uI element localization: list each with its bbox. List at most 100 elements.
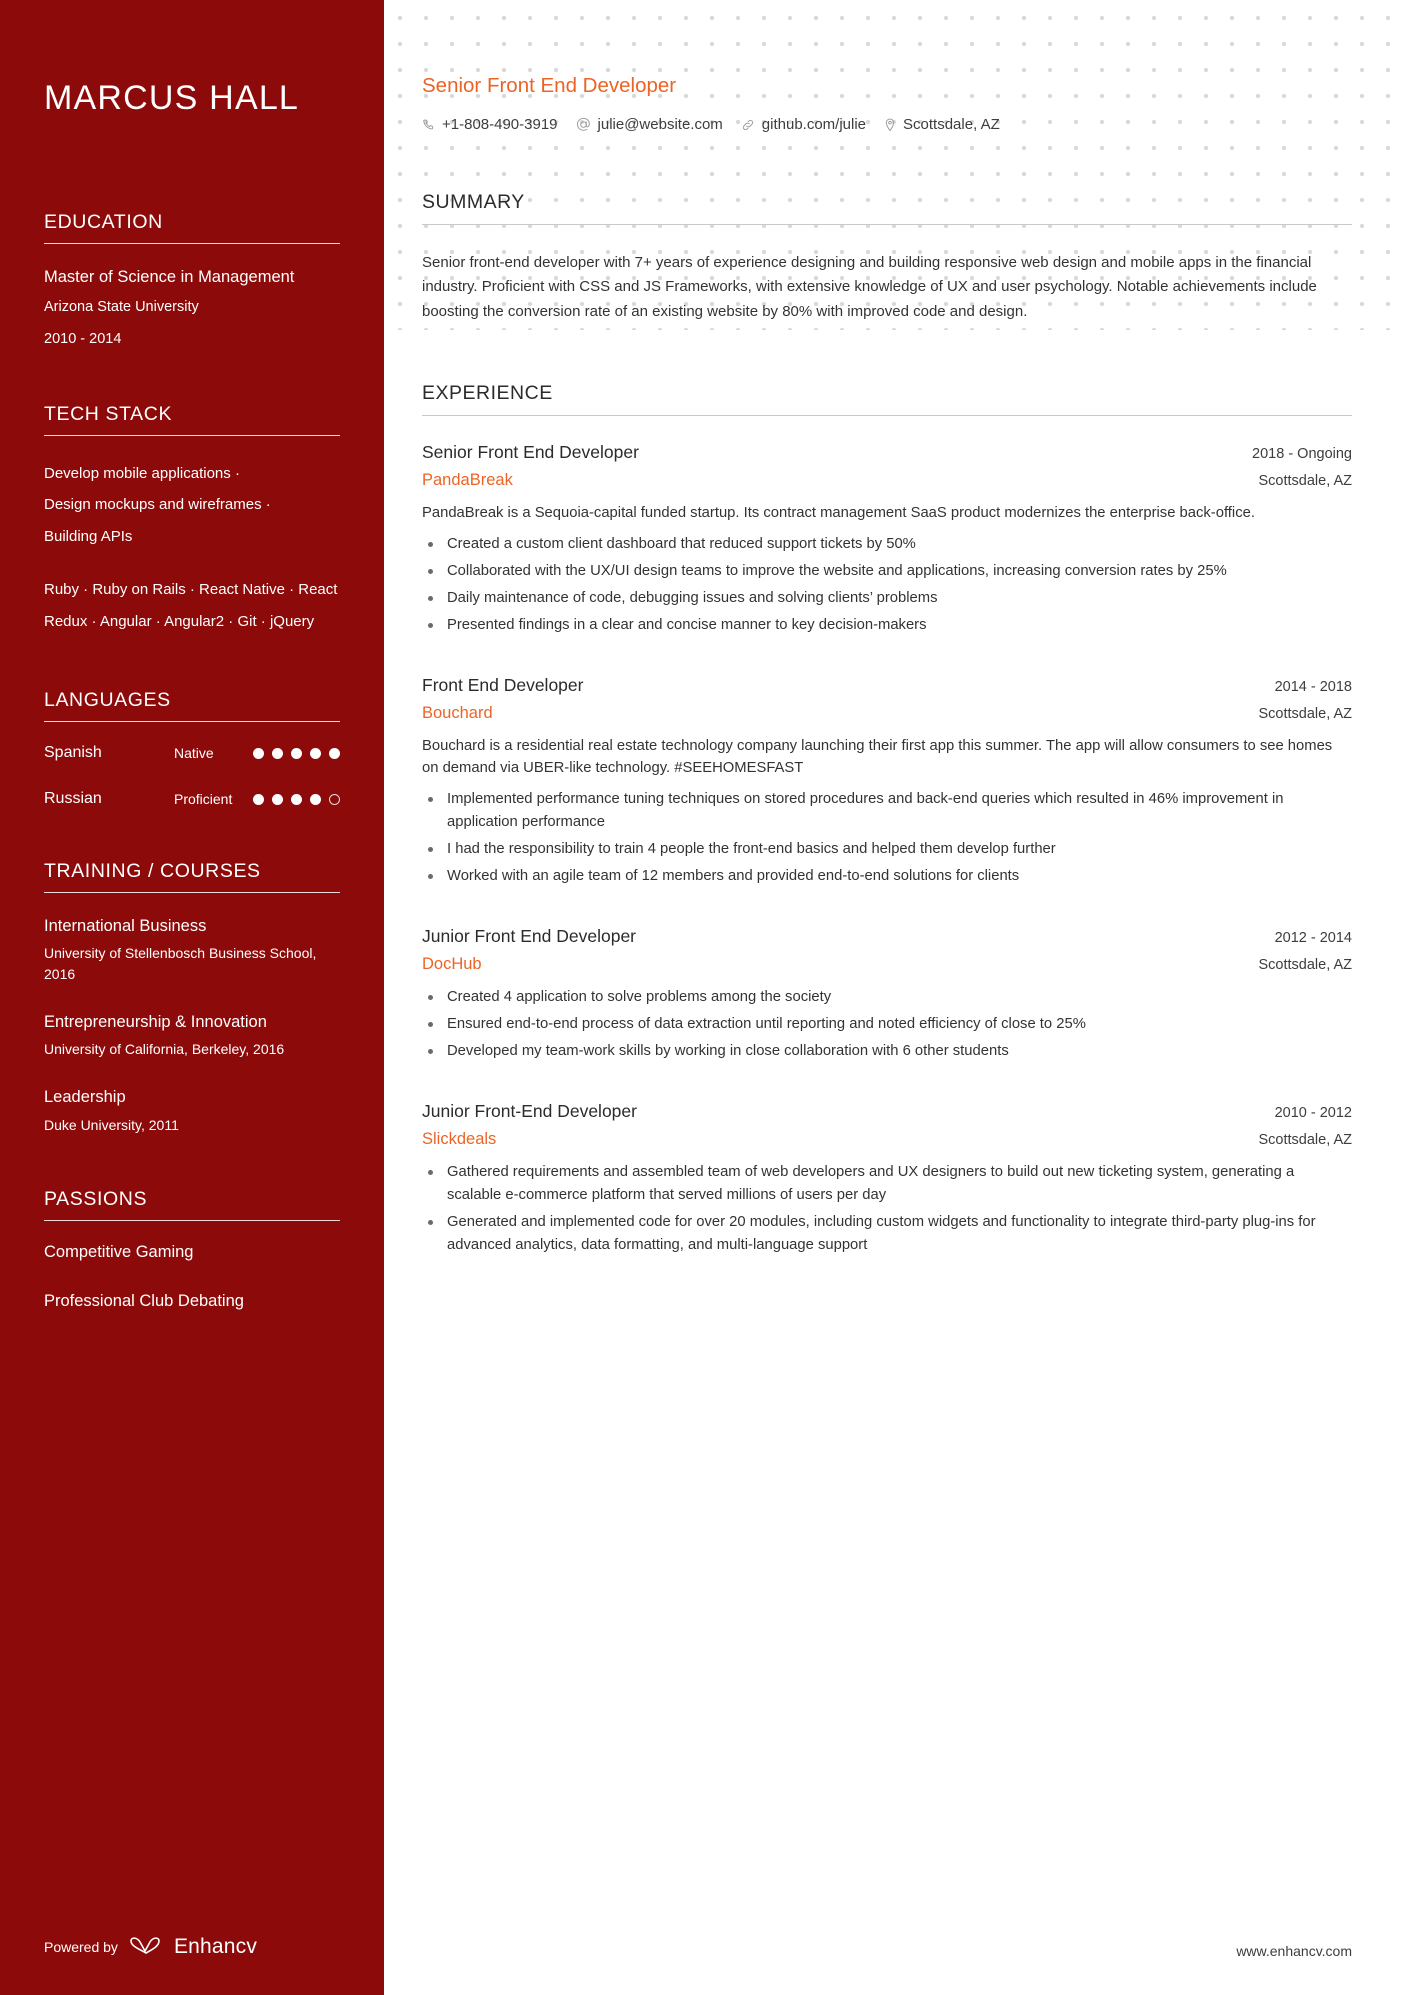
- experience-company-row: Slickdeals Scottsdale, AZ: [422, 1130, 1352, 1149]
- rating-dot-empty: [329, 793, 340, 805]
- rating-dot-filled: [253, 747, 264, 759]
- sidebar-section-education: EDUCATION Master of Science in Managemen…: [44, 211, 340, 351]
- candidate-name: MARCUS HALL: [44, 79, 300, 117]
- experience-dates: 2014 - 2018: [1274, 678, 1352, 695]
- section-summary: SUMMARY Senior front-end developer with …: [422, 191, 1352, 324]
- contact-location-value: Scottsdale, AZ: [903, 116, 1000, 133]
- rating-dot-filled: [310, 747, 321, 759]
- experience-company: PandaBreak: [422, 470, 513, 489]
- resume-page: MARCUS HALL EDUCATION Master of Science …: [0, 0, 1410, 1995]
- passion-item: Competitive Gaming: [44, 1242, 194, 1261]
- tech-stack-spacer: [44, 552, 340, 574]
- experience-bullet: Presented findings in a clear and concis…: [422, 614, 1352, 637]
- training-title: Leadership: [44, 1088, 126, 1107]
- experience-location: Scottsdale, AZ: [1258, 1131, 1353, 1148]
- training-subtitle: University of Stellenbosch Business Scho…: [44, 945, 317, 983]
- training-entry: Entrepreneurship & Innovation University…: [44, 1011, 340, 1060]
- contact-link-value: github.com/julie: [761, 116, 867, 133]
- language-level: Proficient: [174, 791, 233, 808]
- experience-company: DocHub: [422, 955, 482, 974]
- experience-title: Junior Front-End Developer: [422, 1100, 637, 1121]
- passions-heading: PASSIONS: [44, 1188, 340, 1221]
- tech-stack-item: Develop mobile applications ·: [44, 464, 240, 482]
- experience-location: Scottsdale, AZ: [1258, 705, 1353, 722]
- sidebar-section-languages: LANGUAGES Spanish Native Russian Profici…: [44, 689, 340, 808]
- training-heading: TRAINING / COURSES: [44, 860, 340, 894]
- language-level: Native: [174, 745, 214, 762]
- languages-heading: LANGUAGES: [44, 689, 340, 723]
- experience-title: Senior Front End Developer: [422, 441, 639, 462]
- language-row: Spanish Native: [44, 744, 340, 762]
- contact-link[interactable]: github.com/julie: [741, 116, 866, 133]
- main-content: Senior Front End Developer +1-808-490-39…: [384, 0, 1410, 1995]
- rating-dot-filled: [329, 747, 340, 759]
- experience-entry: Junior Front End Developer 2012 - 2014 D…: [422, 926, 1352, 1063]
- sidebar: MARCUS HALL EDUCATION Master of Science …: [0, 0, 384, 1995]
- rating-dot-filled: [310, 793, 321, 805]
- experience-dates: 2010 - 2012: [1274, 1104, 1352, 1121]
- education-dates: 2010 - 2014: [44, 330, 122, 347]
- enhancv-brand: Enhancv: [173, 1935, 258, 1958]
- language-row: Russian Proficient: [44, 790, 340, 808]
- training-entry: Leadership Duke University, 2011: [44, 1086, 340, 1135]
- experience-bullet: Created a custom client dashboard that r…: [422, 533, 1352, 556]
- at-sign-icon: [576, 117, 591, 132]
- contact-phone-value: +1-808-490-3919: [442, 116, 558, 133]
- experience-bullets: Created a custom client dashboard that r…: [422, 533, 1352, 637]
- enhancv-mark-icon: [129, 1935, 163, 1959]
- experience-entry: Senior Front End Developer 2018 - Ongoin…: [422, 442, 1352, 637]
- experience-bullet: Gathered requirements and assembled team…: [422, 1161, 1352, 1207]
- experience-entry: Front End Developer 2014 - 2018 Bouchard…: [422, 675, 1352, 889]
- experience-bullets: Created 4 application to solve problems …: [422, 986, 1352, 1063]
- contact-phone[interactable]: +1-808-490-3919: [422, 116, 558, 133]
- summary-heading: SUMMARY: [422, 191, 1352, 225]
- training-title: International Business: [44, 917, 207, 936]
- experience-bullet: Ensured end-to-end process of data extra…: [422, 1013, 1352, 1036]
- experience-title-row: Junior Front End Developer 2012 - 2014: [422, 926, 1352, 947]
- training-entry: International Business University of Ste…: [44, 915, 340, 985]
- language-name: Spanish: [44, 744, 102, 762]
- sidebar-section-tech-stack: TECH STACK Develop mobile applications ·…: [44, 403, 340, 638]
- map-pin-icon: [884, 118, 896, 132]
- experience-title: Junior Front End Developer: [422, 926, 636, 947]
- training-title: Entrepreneurship & Innovation: [44, 1013, 267, 1032]
- education-school: Arizona State University: [44, 299, 199, 316]
- education-heading: EDUCATION: [44, 211, 340, 244]
- powered-by-label: Powered by: [44, 1939, 118, 1955]
- tech-stack-keywords: Ruby · Ruby on Rails · React Native · Re…: [44, 581, 338, 630]
- experience-company: Bouchard: [422, 703, 493, 722]
- experience-bullet: Generated and implemented code for over …: [422, 1211, 1352, 1257]
- experience-dates: 2012 - 2014: [1274, 930, 1352, 947]
- tech-stack-item: Design mockups and wireframes ·: [44, 496, 271, 514]
- contact-row: +1-808-490-3919 julie@website.com github…: [422, 116, 1352, 133]
- experience-title-row: Junior Front-End Developer 2010 - 2012: [422, 1101, 1352, 1122]
- contact-email-value: julie@website.com: [597, 116, 723, 133]
- language-rating-dots: [253, 747, 340, 759]
- education-degree: Master of Science in Management: [44, 267, 295, 286]
- experience-company-row: Bouchard Scottsdale, AZ: [422, 704, 1352, 723]
- experience-bullet: Collaborated with the UX/UI design teams…: [422, 560, 1352, 583]
- experience-company-row: DocHub Scottsdale, AZ: [422, 955, 1352, 974]
- passion-item: Professional Club Debating: [44, 1291, 244, 1310]
- contact-location: Scottsdale, AZ: [884, 116, 1000, 133]
- experience-bullet: Daily maintenance of code, debugging iss…: [422, 587, 1352, 610]
- footer-website-url[interactable]: www.enhancv.com: [1236, 1943, 1352, 1959]
- tech-stack-heading: TECH STACK: [44, 403, 340, 436]
- experience-bullets: Gathered requirements and assembled team…: [422, 1161, 1352, 1257]
- experience-location: Scottsdale, AZ: [1258, 957, 1353, 974]
- experience-location: Scottsdale, AZ: [1258, 472, 1353, 489]
- rating-dot-filled: [291, 747, 302, 759]
- experience-bullet: I had the responsibility to train 4 peop…: [422, 838, 1352, 861]
- rating-dot-filled: [253, 793, 264, 805]
- experience-company: Slickdeals: [422, 1129, 497, 1148]
- sidebar-section-training: TRAINING / COURSES International Busines…: [44, 860, 340, 1135]
- headline-job-title: Senior Front End Developer: [422, 74, 677, 97]
- phone-icon: [422, 118, 435, 131]
- experience-title: Front End Developer: [422, 674, 584, 695]
- contact-email[interactable]: julie@website.com: [576, 116, 723, 133]
- experience-title-row: Front End Developer 2014 - 2018: [422, 675, 1352, 696]
- experience-description: PandaBreak is a Sequoia-capital funded s…: [422, 504, 1255, 521]
- experience-bullet: Developed my team-work skills by working…: [422, 1040, 1352, 1063]
- experience-bullet: Worked with an agile team of 12 members …: [422, 865, 1352, 888]
- experience-heading: EXPERIENCE: [422, 382, 1352, 416]
